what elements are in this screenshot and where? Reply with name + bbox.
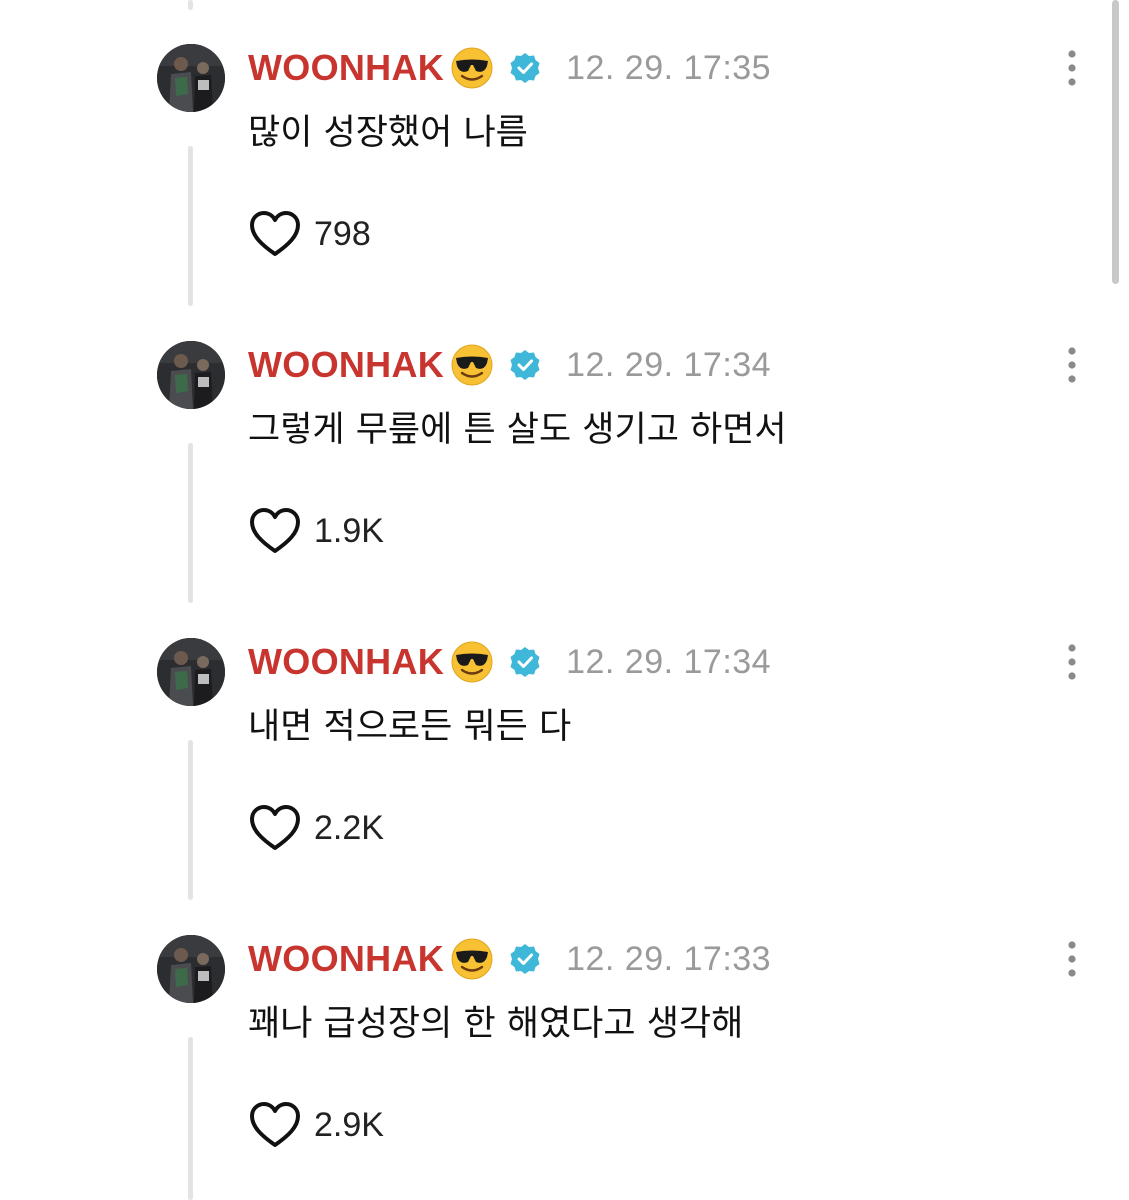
- like-button[interactable]: 1.9K: [248, 505, 384, 557]
- like-count: 2.2K: [314, 808, 384, 847]
- post-header: WOONHAK 12. 29. 17:35: [248, 44, 771, 92]
- username[interactable]: WOONHAK: [248, 938, 444, 980]
- username[interactable]: WOONHAK: [248, 641, 444, 683]
- verified-badge-icon: [510, 350, 540, 380]
- post-header: WOONHAK 12. 29. 17:33: [248, 935, 771, 983]
- more-options-icon[interactable]: [1060, 345, 1084, 385]
- more-options-icon[interactable]: [1060, 939, 1084, 979]
- username[interactable]: WOONHAK: [248, 344, 444, 386]
- heart-outline-icon: [250, 211, 300, 256]
- avatar[interactable]: [157, 935, 225, 1003]
- like-button[interactable]: 2.9K: [248, 1099, 384, 1151]
- heart-outline-icon: [250, 1102, 300, 1147]
- heart-outline-icon: [250, 508, 300, 553]
- like-button[interactable]: 2.2K: [248, 802, 384, 854]
- more-options-icon[interactable]: [1060, 48, 1084, 88]
- avatar[interactable]: [157, 44, 225, 112]
- thread-post: WOONHAK 12. 29. 17:33 꽤나 급성장의 한 해였다고 생각해…: [0, 891, 1129, 1188]
- verified-badge-icon: [510, 647, 540, 677]
- post-header: WOONHAK 12. 29. 17:34: [248, 638, 771, 686]
- sunglasses-emoji-icon: [451, 47, 493, 89]
- verified-badge-icon: [510, 53, 540, 83]
- sunglasses-emoji-icon: [451, 344, 493, 386]
- post-text: 내면 적으로든 뭐든 다: [248, 707, 572, 747]
- like-count: 2.9K: [314, 1105, 384, 1144]
- more-options-icon[interactable]: [1060, 642, 1084, 682]
- timestamp: 12. 29. 17:35: [566, 48, 772, 87]
- timestamp: 12. 29. 17:34: [566, 345, 772, 384]
- username[interactable]: WOONHAK: [248, 47, 444, 89]
- avatar[interactable]: [157, 341, 225, 409]
- heart-outline-icon: [250, 805, 300, 850]
- thread-post: WOONHAK 12. 29. 17:34 내면 적으로든 뭐든 다 2.2K: [0, 594, 1129, 891]
- timestamp: 12. 29. 17:34: [566, 642, 772, 681]
- post-text: 그렇게 무릎에 튼 살도 생기고 하면서: [248, 410, 787, 450]
- like-button[interactable]: 798: [248, 208, 371, 260]
- avatar[interactable]: [157, 638, 225, 706]
- thread-post: WOONHAK 12. 29. 17:34 그렇게 무릎에 튼 살도 생기고 하…: [0, 297, 1129, 594]
- thread-post: WOONHAK 12. 29. 17:35 많이 성장했어 나름 798: [0, 0, 1129, 297]
- like-count: 1.9K: [314, 511, 384, 550]
- sunglasses-emoji-icon: [451, 938, 493, 980]
- verified-badge-icon: [510, 944, 540, 974]
- post-header: WOONHAK 12. 29. 17:34: [248, 341, 771, 389]
- post-text: 많이 성장했어 나름: [248, 113, 528, 153]
- sunglasses-emoji-icon: [451, 641, 493, 683]
- post-text: 꽤나 급성장의 한 해였다고 생각해: [248, 1004, 744, 1044]
- like-count: 798: [314, 214, 371, 253]
- timestamp: 12. 29. 17:33: [566, 939, 772, 978]
